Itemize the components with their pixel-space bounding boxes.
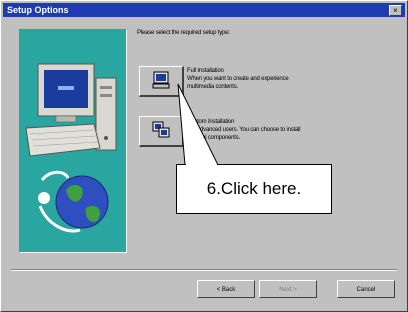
callout-seam: [186, 163, 217, 166]
